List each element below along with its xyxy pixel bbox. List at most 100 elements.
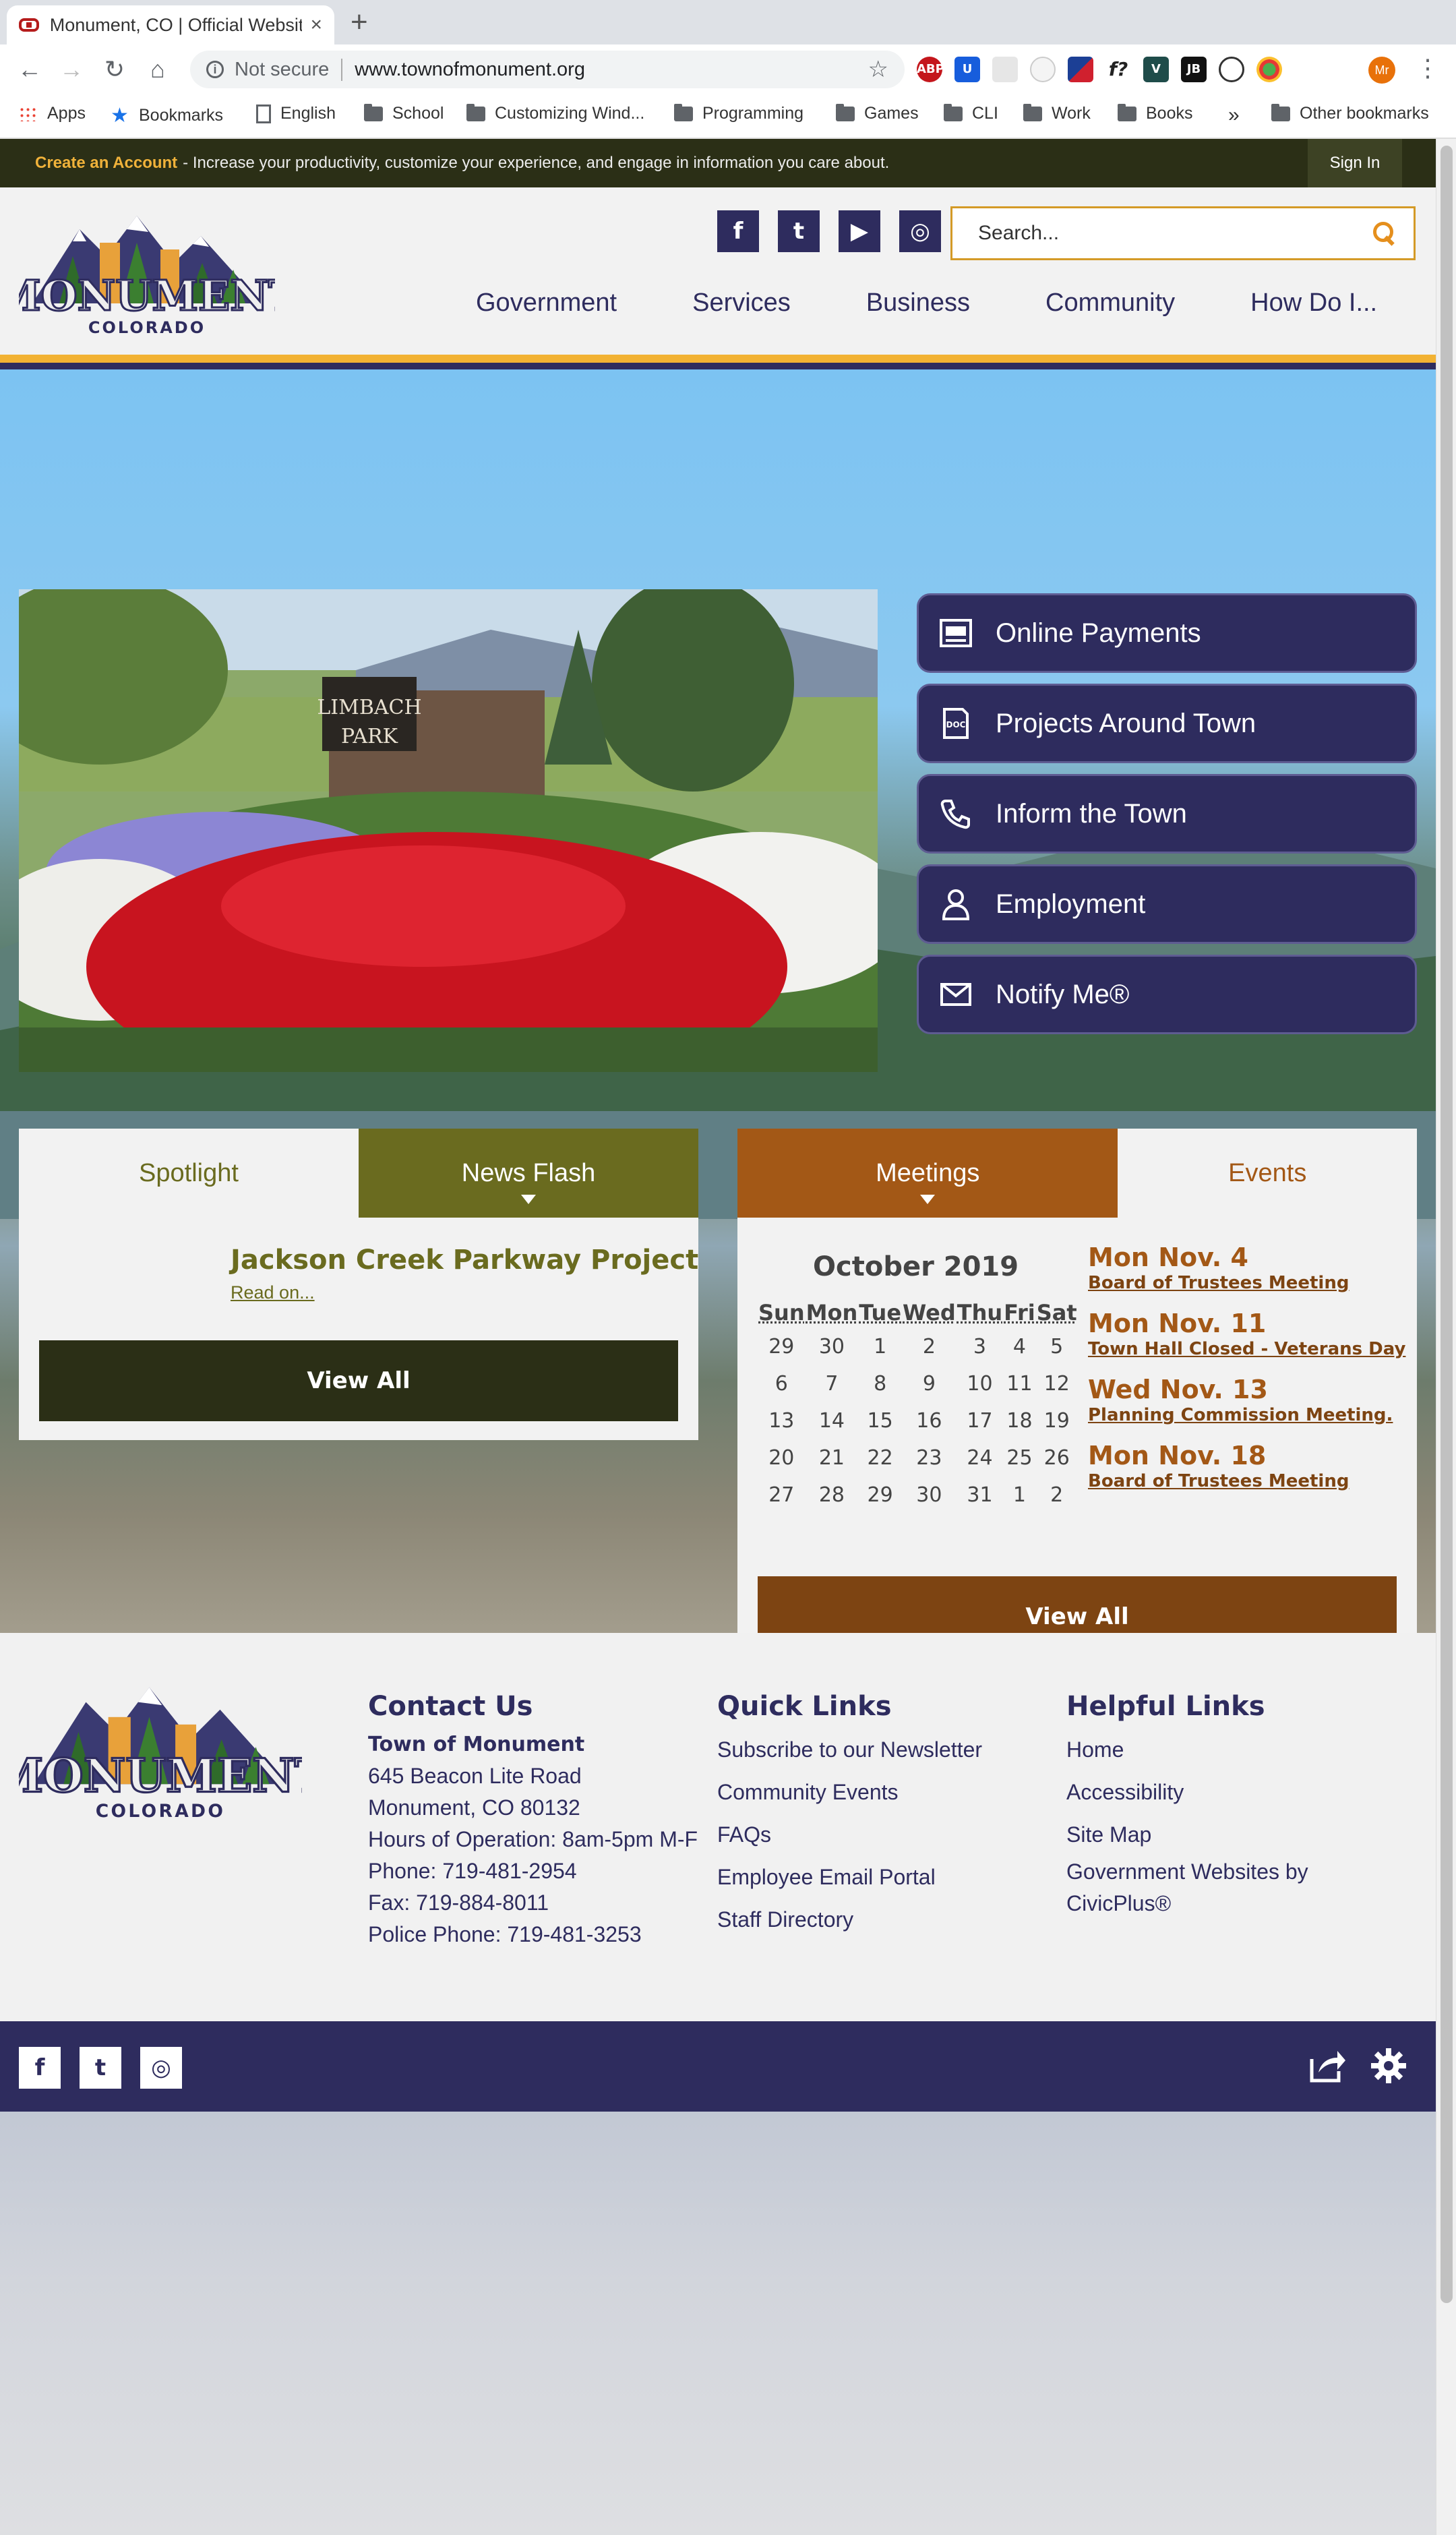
search-icon[interactable] xyxy=(1373,222,1396,245)
extension-icon[interactable] xyxy=(992,57,1018,82)
footer-link-civicplus[interactable]: Government Websites by xyxy=(1066,1856,1308,1888)
nav-business[interactable]: Business xyxy=(828,289,1008,318)
calendar-day[interactable]: 16 xyxy=(902,1402,957,1439)
projects-around-town-button[interactable]: DOC Projects Around Town xyxy=(917,684,1417,763)
footer-link-accessibility[interactable]: Accessibility xyxy=(1066,1771,1308,1814)
footer-link-newsletter[interactable]: Subscribe to our Newsletter xyxy=(717,1729,982,1771)
bitwarden-extension-icon[interactable]: U xyxy=(954,57,980,82)
security-indicator[interactable]: Not secure xyxy=(235,58,343,81)
settings-gear-icon[interactable] xyxy=(1371,2048,1406,2083)
extension-icon[interactable] xyxy=(1030,57,1056,82)
whatfont-extension-icon[interactable]: f? xyxy=(1105,57,1131,82)
page-scrollbar[interactable] xyxy=(1436,139,1456,2535)
footer-link-faqs[interactable]: FAQs xyxy=(717,1814,982,1856)
sign-in-button[interactable]: Sign In xyxy=(1308,139,1402,187)
employment-button[interactable]: Employment xyxy=(917,864,1417,944)
nav-community[interactable]: Community xyxy=(1008,289,1213,318)
tab-events[interactable]: Events xyxy=(1118,1129,1417,1218)
footer-facebook-icon[interactable]: f xyxy=(19,2047,61,2089)
profile-avatar[interactable]: Mr xyxy=(1368,57,1395,84)
calendar-day[interactable]: 1 xyxy=(858,1328,902,1365)
scrollbar-thumb[interactable] xyxy=(1440,146,1453,2303)
calendar-day[interactable]: 7 xyxy=(806,1365,859,1402)
tab-meetings[interactable]: Meetings xyxy=(737,1129,1118,1218)
news-headline[interactable]: Jackson Creek Parkway Project xyxy=(231,1245,698,1276)
calendar-day[interactable]: 15 xyxy=(858,1402,902,1439)
bookmark-folder-programming[interactable]: Programming xyxy=(674,103,803,123)
calendar-day[interactable]: 27 xyxy=(758,1477,806,1514)
calendar-day[interactable]: 23 xyxy=(902,1439,957,1477)
nav-how-do-i[interactable]: How Do I... xyxy=(1213,289,1415,318)
calendar-day[interactable]: 26 xyxy=(1036,1439,1078,1477)
close-tab-icon[interactable]: × xyxy=(310,13,322,36)
search-input[interactable] xyxy=(978,222,1373,245)
bookmark-english[interactable]: English xyxy=(256,104,336,123)
new-tab-button[interactable]: + xyxy=(351,5,368,39)
url-text[interactable]: www.townofmonument.org xyxy=(355,59,868,81)
footer-link-site-map[interactable]: Site Map xyxy=(1066,1814,1308,1856)
bookmark-apps[interactable]: Apps xyxy=(19,104,86,123)
calendar-day[interactable]: 4 xyxy=(1003,1328,1036,1365)
online-payments-button[interactable]: Online Payments xyxy=(917,593,1417,673)
forward-icon[interactable]: → xyxy=(57,55,86,84)
extension-icon[interactable] xyxy=(1219,57,1244,82)
footer-link-home[interactable]: Home xyxy=(1066,1729,1308,1771)
calendar-day[interactable]: 25 xyxy=(1003,1439,1036,1477)
calendar-day[interactable]: 21 xyxy=(806,1439,859,1477)
calendar-day[interactable]: 11 xyxy=(1003,1365,1036,1402)
calendar-day[interactable]: 29 xyxy=(858,1477,902,1514)
youtube-icon[interactable]: ▶ xyxy=(839,210,880,252)
calendar-day[interactable]: 12 xyxy=(1036,1365,1078,1402)
reload-icon[interactable]: ↻ xyxy=(100,55,129,84)
bookmark-folder-school[interactable]: School xyxy=(364,103,444,123)
nav-services[interactable]: Services xyxy=(655,289,828,318)
back-icon[interactable]: ← xyxy=(15,55,44,84)
read-on-link[interactable]: Read on... xyxy=(231,1282,315,1303)
footer-link-community-events[interactable]: Community Events xyxy=(717,1771,982,1814)
extension-icon[interactable] xyxy=(1256,57,1282,82)
monument-logo[interactable]: MONUMENT COLORADO xyxy=(19,202,275,337)
footer-twitter-icon[interactable]: t xyxy=(80,2047,121,2089)
extension-icon[interactable] xyxy=(1068,57,1093,82)
calendar-day[interactable]: 2 xyxy=(1036,1477,1078,1514)
instagram-icon[interactable]: ◎ xyxy=(899,210,941,252)
news-view-all-button[interactable]: View All xyxy=(39,1340,678,1421)
calendar-day[interactable]: 31 xyxy=(957,1477,1003,1514)
adblock-extension-icon[interactable]: ABP xyxy=(917,57,944,82)
share-icon[interactable] xyxy=(1309,2048,1347,2083)
bookmark-star-icon[interactable]: ☆ xyxy=(868,56,888,83)
bookmark-folder-work[interactable]: Work xyxy=(1023,103,1091,123)
calendar-day[interactable]: 30 xyxy=(902,1477,957,1514)
bookmark-folder-games[interactable]: Games xyxy=(836,103,919,123)
facebook-icon[interactable]: f xyxy=(717,210,759,252)
calendar-day[interactable]: 28 xyxy=(806,1477,859,1514)
calendar-day[interactable]: 8 xyxy=(858,1365,902,1402)
footer-logo[interactable]: MONUMENT COLORADO xyxy=(19,1669,302,1824)
footer-link-staff-directory[interactable]: Staff Directory xyxy=(717,1899,982,1941)
calendar-day[interactable]: 9 xyxy=(902,1365,957,1402)
bookmark-folder-customizing[interactable]: Customizing Wind... xyxy=(466,103,644,123)
browser-tab[interactable]: Monument, CO | Official Website × xyxy=(7,5,334,44)
extension-icon[interactable]: V xyxy=(1143,57,1169,82)
calendar-day[interactable]: 17 xyxy=(957,1402,1003,1439)
calendar-day[interactable]: 19 xyxy=(1036,1402,1078,1439)
footer-link-civicplus-2[interactable]: CivicPlus® xyxy=(1066,1888,1308,1919)
bookmark-bookmarks[interactable]: ★ Bookmarks xyxy=(111,104,223,127)
calendar-day[interactable]: 20 xyxy=(758,1439,806,1477)
calendar-day[interactable]: 22 xyxy=(858,1439,902,1477)
calendar-day[interactable]: 30 xyxy=(806,1328,859,1365)
calendar-day[interactable]: 10 xyxy=(957,1365,1003,1402)
calendar-day[interactable]: 24 xyxy=(957,1439,1003,1477)
calendar-day[interactable]: 13 xyxy=(758,1402,806,1439)
calendar-day[interactable]: 14 xyxy=(806,1402,859,1439)
bookmark-folder-cli[interactable]: CLI xyxy=(944,103,998,123)
create-account-link[interactable]: Create an Account xyxy=(35,154,177,173)
tab-news-flash[interactable]: News Flash xyxy=(359,1129,698,1218)
calendar-day[interactable]: 6 xyxy=(758,1365,806,1402)
calendar-day[interactable]: 5 xyxy=(1036,1328,1078,1365)
address-bar[interactable]: i Not secure www.townofmonument.org ☆ xyxy=(190,51,905,88)
footer-link-email-portal[interactable]: Employee Email Portal xyxy=(717,1856,982,1899)
meeting-link[interactable]: Board of Trustees Meeting xyxy=(1088,1273,1405,1293)
tab-spotlight[interactable]: Spotlight xyxy=(19,1129,359,1218)
nav-government[interactable]: Government xyxy=(456,289,655,318)
